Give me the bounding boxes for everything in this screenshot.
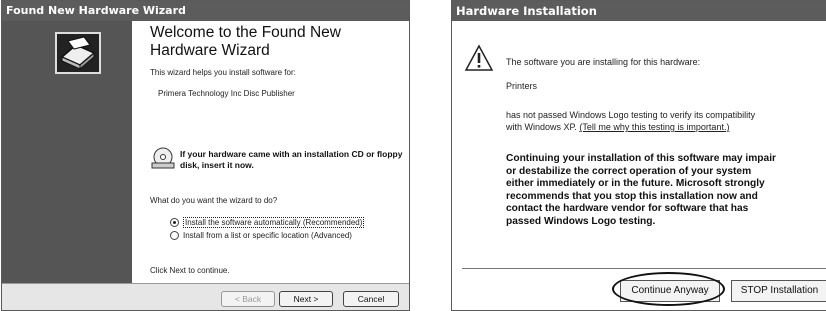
option-manual-label: Install from a list or specific location… — [183, 231, 352, 240]
warning-line: recommends that you stop this installati… — [506, 190, 758, 202]
stop-installation-button[interactable]: STOP Installation — [731, 280, 826, 302]
wizard-question: What do you want the wizard to do? — [150, 196, 278, 205]
wizard-side-panel — [2, 21, 132, 283]
hardware-installation-dialog: Hardware Installation The software you a… — [451, 0, 826, 311]
cd-drive-icon — [151, 147, 175, 169]
cd-prompt: If your hardware came with an installati… — [180, 149, 403, 170]
continue-hint: Click Next to continue. — [150, 266, 230, 275]
warning-line: contact the hardware vendor for software… — [506, 203, 749, 214]
found-new-hardware-wizard-window: Found New Hardware Wizard Welcome to the… — [1, 0, 410, 311]
warning-line: or destabilize the correct operation of … — [506, 165, 752, 177]
wizard-content: Welcome to the Found New Hardware Wizard… — [132, 21, 409, 283]
option-auto-label: Install the software automatically (Reco… — [183, 217, 365, 228]
hardware-install-icon — [55, 32, 101, 74]
radio-selected-icon[interactable] — [170, 218, 179, 227]
wizard-title: Found New Hardware Wizard — [2, 1, 409, 21]
logo-testing-text-line2: with Windows XP. (Tell me why this testi… — [506, 122, 729, 133]
wizard-button-bar: < Back Next > Cancel — [2, 283, 409, 310]
device-category: Printers — [506, 81, 538, 91]
wizard-heading: Welcome to the Found New Hardware Wizard — [150, 24, 341, 59]
cancel-button[interactable]: Cancel — [343, 291, 399, 307]
logo-testing-text: has not passed Windows Logo testing to v… — [506, 110, 756, 120]
option-install-from-list[interactable]: Install from a list or specific location… — [170, 231, 352, 240]
option-install-automatically[interactable]: Install the software automatically (Reco… — [170, 217, 365, 228]
radio-unselected-icon[interactable] — [170, 231, 179, 240]
windows-xp-text: with Windows XP. — [506, 122, 577, 132]
wizard-intro-text: This wizard helps you install software f… — [150, 68, 296, 77]
warning-line: Continuing your installation of this sof… — [506, 153, 776, 164]
device-name: Primera Technology Inc Disc Publisher — [158, 89, 295, 98]
divider — [462, 268, 826, 270]
next-button[interactable]: Next > — [279, 291, 333, 307]
highlight-circle — [612, 272, 725, 306]
warning-line: passed Windows Logo testing. — [506, 215, 656, 227]
software-intro-text: The software you are installing for this… — [506, 57, 701, 67]
back-button[interactable]: < Back — [221, 291, 275, 307]
warning-icon — [464, 44, 494, 71]
warning-line: either immediately or in the future. Mic… — [506, 178, 765, 189]
compatibility-warning: Continuing your installation of this sof… — [506, 153, 826, 228]
testing-info-link[interactable]: (Tell me why this testing is important.) — [579, 122, 729, 132]
hardware-installation-title: Hardware Installation — [452, 1, 826, 21]
